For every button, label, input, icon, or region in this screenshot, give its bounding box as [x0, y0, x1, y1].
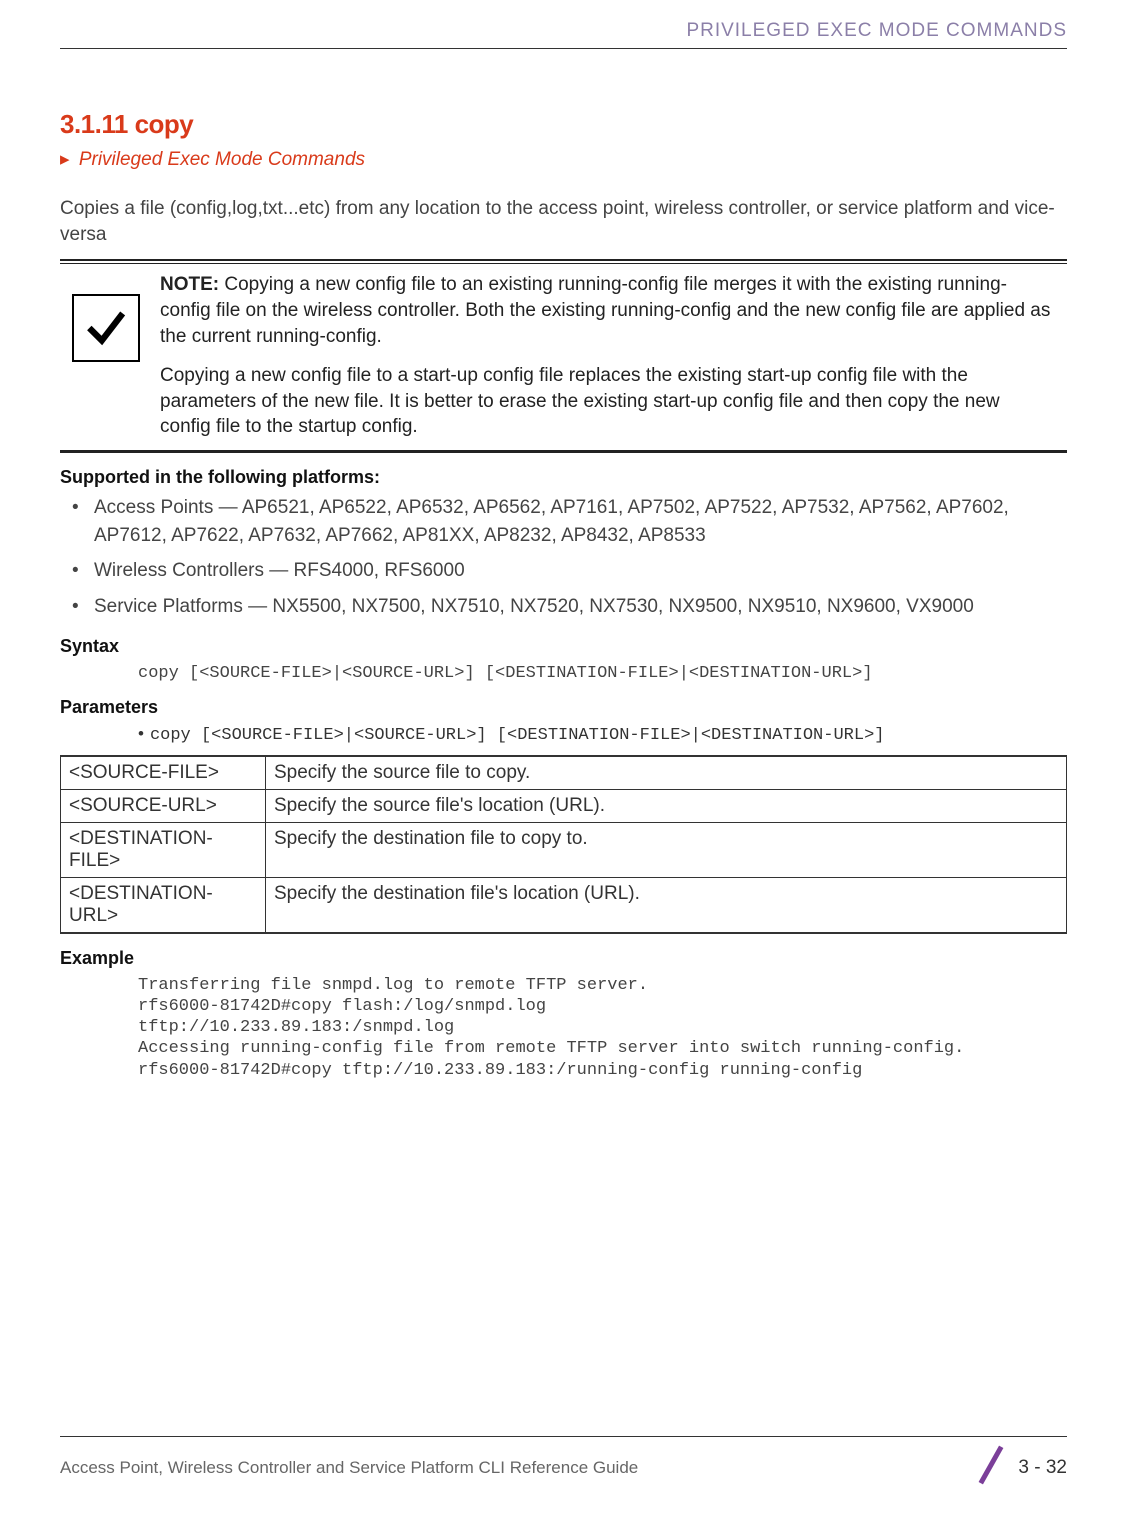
- page-footer: Access Point, Wireless Controller and Se…: [60, 1436, 1067, 1490]
- parameters-table: <SOURCE-FILE> Specify the source file to…: [60, 755, 1067, 934]
- table-row: <DESTINATION-URL> Specify the destinatio…: [61, 877, 1067, 933]
- param-key: <DESTINATION-FILE>: [61, 822, 266, 877]
- syntax-heading: Syntax: [60, 636, 1067, 657]
- list-item: Access Points — AP6521, AP6522, AP6532, …: [94, 494, 1067, 549]
- parameters-usage-code: copy [<SOURCE-FILE>|<SOURCE-URL>] [<DEST…: [150, 726, 885, 745]
- platforms-list: Access Points — AP6521, AP6522, AP6532, …: [60, 494, 1067, 620]
- param-desc: Specify the source file to copy.: [266, 756, 1067, 790]
- param-key: <SOURCE-FILE>: [61, 756, 266, 790]
- parameters-usage-line: • copy [<SOURCE-FILE>|<SOURCE-URL>] [<DE…: [138, 724, 1067, 745]
- footer-page-number: 3 - 32: [1018, 1457, 1067, 1479]
- note-text: NOTE: Copying a new config file to an ex…: [160, 272, 1055, 440]
- param-key: <SOURCE-URL>: [61, 789, 266, 822]
- param-key: <DESTINATION-URL>: [61, 877, 266, 933]
- note-block: NOTE: Copying a new config file to an ex…: [60, 259, 1067, 453]
- example-heading: Example: [60, 948, 1067, 969]
- page-header: PRIVILEGED EXEC MODE COMMANDS: [60, 20, 1067, 49]
- param-desc: Specify the source file's location (URL)…: [266, 789, 1067, 822]
- breadcrumb-label: Privileged Exec Mode Commands: [79, 149, 365, 170]
- breadcrumb[interactable]: Privileged Exec Mode Commands: [60, 148, 1067, 171]
- param-desc: Specify the destination file's location …: [266, 877, 1067, 933]
- header-section-label: PRIVILEGED EXEC MODE COMMANDS: [686, 20, 1067, 41]
- footer-title: Access Point, Wireless Controller and Se…: [60, 1458, 638, 1478]
- note-label: NOTE:: [160, 274, 219, 295]
- table-row: <SOURCE-FILE> Specify the source file to…: [61, 756, 1067, 790]
- example-code: Transferring file snmpd.log to remote TF…: [138, 975, 1067, 1081]
- section-title: 3.1.11 copy: [60, 109, 1067, 140]
- table-row: <SOURCE-URL> Specify the source file's l…: [61, 789, 1067, 822]
- command-description: Copies a file (config,log,txt...etc) fro…: [60, 196, 1067, 247]
- list-item: Service Platforms — NX5500, NX7500, NX75…: [94, 593, 1067, 621]
- platforms-heading: Supported in the following platforms:: [60, 467, 1067, 488]
- table-row: <DESTINATION-FILE> Specify the destinati…: [61, 822, 1067, 877]
- list-item: Wireless Controllers — RFS4000, RFS6000: [94, 557, 1067, 585]
- footer-slash-icon: [976, 1445, 1006, 1490]
- note-paragraph-1: Copying a new config file to an existing…: [160, 274, 1050, 346]
- parameters-heading: Parameters: [60, 697, 1067, 718]
- syntax-code: copy [<SOURCE-FILE>|<SOURCE-URL>] [<DEST…: [138, 663, 1067, 684]
- note-paragraph-2: Copying a new config file to a start-up …: [160, 363, 1055, 440]
- param-desc: Specify the destination file to copy to.: [266, 822, 1067, 877]
- check-icon: [72, 294, 140, 362]
